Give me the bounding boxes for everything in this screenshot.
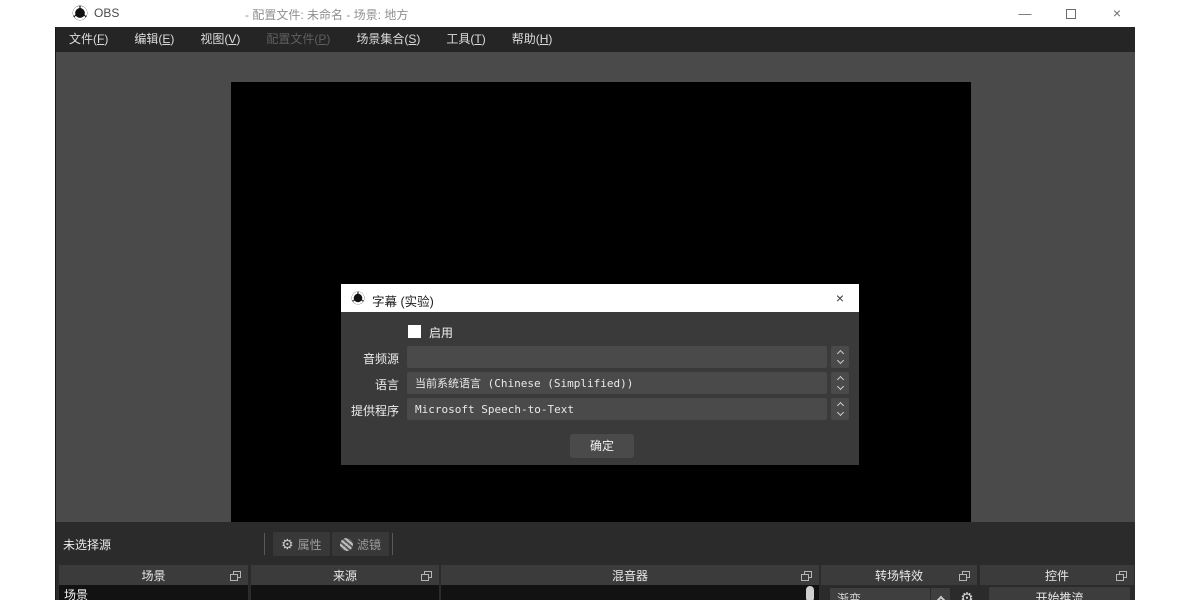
- app-name: OBS: [94, 6, 119, 20]
- window-title: - 配置文件: 未命名 - 场景: 地方: [245, 6, 408, 23]
- spinner-down-icon: [836, 383, 843, 390]
- audio-source-label: 音频源: [341, 350, 399, 367]
- mixer-dock-title: 混音器: [612, 567, 648, 584]
- transitions-body: 渐变 ⚙: [821, 585, 977, 600]
- ok-button[interactable]: 确定: [570, 434, 634, 458]
- dock-float-icon[interactable]: [233, 571, 241, 578]
- dialog-close-button[interactable]: ×: [831, 289, 849, 307]
- properties-button[interactable]: ⚙ 属性: [273, 532, 330, 556]
- sources-dock-title: 来源: [333, 567, 357, 584]
- provider-select[interactable]: Microsoft Speech-to-Text: [407, 398, 827, 420]
- os-titlebar: OBS - 配置文件: 未命名 - 场景: 地方 — ×: [0, 0, 1200, 27]
- start-streaming-button[interactable]: 开始推流: [989, 587, 1130, 600]
- controls-dock-title: 控件: [1045, 567, 1069, 584]
- language-row: 语言 当前系统语言 (Chinese (Simplified)): [341, 372, 859, 394]
- scenes-dock-title: 场景: [141, 567, 165, 584]
- filter-icon: [340, 538, 353, 551]
- transition-settings-button[interactable]: ⚙: [957, 587, 977, 600]
- provider-row: 提供程序 Microsoft Speech-to-Text: [341, 398, 859, 420]
- minimize-button[interactable]: —: [1002, 0, 1048, 27]
- transition-value: 渐变: [830, 590, 930, 600]
- spinner-down-icon: [836, 357, 843, 364]
- scenes-list: 场景: [59, 585, 248, 600]
- maximize-button[interactable]: [1048, 0, 1094, 27]
- controls-body: 开始推流: [980, 585, 1134, 600]
- dock-area: 场景 场景 来源 混音器 转场特效: [56, 560, 1135, 600]
- filters-button[interactable]: 滤镜: [332, 532, 389, 556]
- dock-float-icon[interactable]: [962, 571, 970, 578]
- enable-checkbox[interactable]: [408, 325, 421, 338]
- close-button[interactable]: ×: [1094, 0, 1140, 27]
- provider-label: 提供程序: [341, 402, 399, 419]
- source-toolbar: 未选择源 ⚙ 属性 滤镜: [56, 522, 1135, 560]
- toolbar-separator: [264, 533, 265, 555]
- language-spinner[interactable]: [831, 372, 849, 394]
- chevron-up-icon: [936, 596, 944, 600]
- gear-icon: ⚙: [281, 537, 294, 551]
- transition-select[interactable]: 渐变: [829, 587, 951, 600]
- audio-source-spinner[interactable]: [831, 346, 849, 368]
- menu-item-view[interactable]: 视图(V): [187, 27, 253, 52]
- language-label: 语言: [341, 376, 399, 393]
- mixer-dock: 混音器: [441, 565, 819, 600]
- menu-item-edit[interactable]: 编辑(E): [121, 27, 187, 52]
- scenes-dock-header[interactable]: 场景: [59, 565, 248, 585]
- menu-item-help[interactable]: 帮助(H): [499, 27, 566, 52]
- enable-label: 启用: [429, 324, 453, 341]
- menu-item-file[interactable]: 文件(F): [56, 27, 121, 52]
- obs-logo-icon: [72, 5, 88, 26]
- audio-source-row: 音频源: [341, 346, 859, 368]
- dock-float-icon[interactable]: [804, 571, 812, 578]
- menu-bar: 文件(F) 编辑(E) 视图(V) 配置文件(P) 场景集合(S) 工具(T) …: [56, 27, 1135, 52]
- scene-list-item[interactable]: 场景: [59, 585, 248, 600]
- dock-float-icon[interactable]: [424, 571, 432, 578]
- spinner-down-icon: [836, 409, 843, 416]
- mixer-body: [441, 585, 819, 600]
- maximize-icon: [1066, 9, 1076, 19]
- controls-dock: 控件 开始推流: [980, 565, 1134, 600]
- dialog-body: 启用 音频源 语言 当前系统语言 (Chinese (Simplified)) …: [341, 312, 859, 465]
- sources-list: [251, 585, 439, 600]
- transition-dropdown-arrow[interactable]: [930, 588, 950, 600]
- no-source-label: 未选择源: [63, 536, 111, 553]
- sources-dock: 来源: [251, 565, 439, 600]
- audio-source-select[interactable]: [407, 346, 827, 368]
- menu-item-profile[interactable]: 配置文件(P): [253, 27, 343, 52]
- dialog-titlebar[interactable]: 字幕 (实验) ×: [341, 284, 859, 312]
- mixer-dock-header[interactable]: 混音器: [441, 565, 819, 585]
- mixer-scrollbar[interactable]: [806, 586, 814, 600]
- transitions-dock: 转场特效 渐变 ⚙: [821, 565, 977, 600]
- toolbar-separator: [392, 533, 393, 555]
- sources-dock-header[interactable]: 来源: [251, 565, 439, 585]
- provider-spinner[interactable]: [831, 398, 849, 420]
- transitions-dock-header[interactable]: 转场特效: [821, 565, 977, 585]
- transitions-dock-title: 转场特效: [875, 567, 923, 584]
- menu-item-tools[interactable]: 工具(T): [433, 27, 498, 52]
- scenes-dock: 场景 场景: [59, 565, 248, 600]
- dock-float-icon[interactable]: [1119, 571, 1127, 578]
- menu-item-scene-collection[interactable]: 场景集合(S): [343, 27, 433, 52]
- dialog-title: 字幕 (实验): [372, 291, 434, 310]
- obs-logo-icon: [351, 291, 365, 310]
- captions-dialog: 字幕 (实验) × 启用 音频源 语言 当前系统语言 (Chinese (Sim…: [340, 283, 860, 465]
- controls-dock-header[interactable]: 控件: [980, 565, 1134, 585]
- language-select[interactable]: 当前系统语言 (Chinese (Simplified)): [407, 372, 827, 394]
